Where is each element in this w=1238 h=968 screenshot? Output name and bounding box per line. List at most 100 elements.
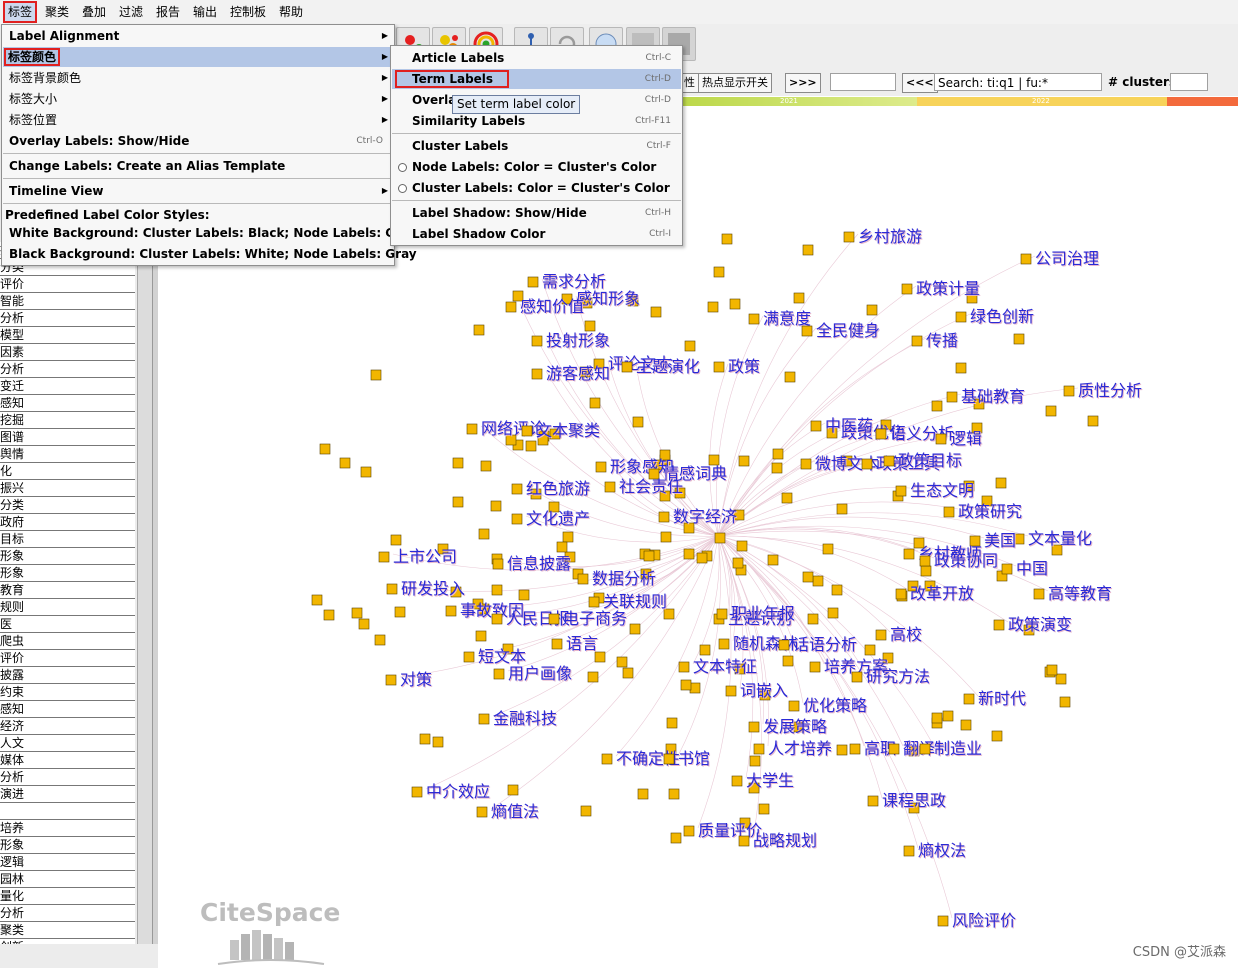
graph-node[interactable] [478,528,490,540]
graph-node[interactable] [931,400,943,412]
graph-node[interactable] [419,733,431,745]
graph-node[interactable] [732,557,744,569]
graph-node[interactable] [670,832,682,844]
graph-node[interactable] [452,457,464,469]
menu-control-panel[interactable]: 控制板 [227,3,269,21]
graph-node[interactable] [1055,673,1067,685]
node-label[interactable]: 文本量化 [1028,529,1092,548]
graph-node[interactable] [1063,385,1075,397]
node-label[interactable]: 游客感知 [546,364,610,383]
graph-node[interactable] [511,513,523,525]
node-label[interactable]: 对策 [400,670,432,689]
graph-node[interactable] [919,743,931,755]
graph-node[interactable] [551,638,563,650]
graph-node[interactable] [991,730,1003,742]
node-label[interactable]: 质性分析 [1078,381,1142,400]
list-item[interactable]: 创新 [0,939,135,944]
graph-node[interactable] [386,583,398,595]
node-label[interactable]: 感知价值 [520,297,584,316]
graph-node[interactable] [378,551,390,563]
graph-node[interactable] [781,492,793,504]
menu-report[interactable]: 报告 [153,3,183,21]
node-label[interactable]: 熵权法 [918,841,966,860]
node-label[interactable]: 文化遗产 [526,509,590,528]
menu-item-black-background-style[interactable]: Black Background: Cluster Labels: White;… [3,244,417,264]
menu-item-white-background-style[interactable]: White Background: Cluster Labels: Black;… [3,223,417,243]
graph-node[interactable] [725,685,737,697]
graph-node[interactable] [577,573,589,585]
node-label[interactable]: 优化策略 [803,696,867,715]
graph-node[interactable] [319,443,331,455]
graph-node[interactable] [822,543,834,555]
node-label[interactable]: 政策计量 [916,279,980,298]
graph-node[interactable] [1013,333,1025,345]
graph-node[interactable] [937,915,949,927]
graph-node[interactable] [683,548,695,560]
node-label[interactable]: 文本特征 [693,657,757,676]
menu-item-label-bg-color[interactable]: 标签背景颜色 ▶ [3,68,393,88]
node-label[interactable]: 人才培养 [768,739,832,758]
graph-node[interactable] [643,550,655,562]
graph-node[interactable] [836,503,848,515]
node-label[interactable]: 文本聚类 [536,421,600,440]
node-label[interactable]: 用户画像 [508,664,572,683]
graph-node[interactable] [809,661,821,673]
list-item[interactable]: 挖掘 [0,412,135,429]
graph-node[interactable] [521,425,533,437]
graph-node[interactable] [385,674,397,686]
list-item[interactable]: 规则 [0,599,135,616]
node-label[interactable]: 职业年报 [731,604,795,623]
graph-node[interactable] [963,693,975,705]
list-item[interactable]: 形象 [0,837,135,854]
graph-node[interactable] [919,555,931,567]
graph-node[interactable] [556,541,568,553]
list-item[interactable]: 培养 [0,820,135,837]
graph-node[interactable] [478,713,490,725]
list-item[interactable]: 振兴 [0,480,135,497]
graph-node[interactable] [531,368,543,380]
graph-node[interactable] [432,736,444,748]
node-label[interactable]: 中国 [1016,559,1048,578]
list-item[interactable]: 教育 [0,582,135,599]
graph-node[interactable] [587,671,599,683]
list-item[interactable]: 舆情 [0,446,135,463]
menu-item-overlay-labels[interactable]: Overlay Labels: Show/Hide Ctrl-O [3,131,393,151]
graph-node[interactable] [548,613,560,625]
graph-node[interactable] [784,371,796,383]
node-label[interactable]: 投射形象 [546,331,610,350]
graph-node[interactable] [595,461,607,473]
search-range-input[interactable] [830,73,896,91]
node-label[interactable]: 新时代 [978,689,1026,708]
graph-node[interactable] [689,682,701,694]
graph-node[interactable] [466,423,478,435]
graph-node[interactable] [358,618,370,630]
graph-node[interactable] [476,806,488,818]
graph-node[interactable] [716,608,728,620]
graph-node[interactable] [475,630,487,642]
node-label[interactable]: 话语分析 [793,635,857,654]
graph-node[interactable] [473,324,485,336]
list-item[interactable]: 政府 [0,514,135,531]
node-label[interactable]: 书馆 [678,749,710,768]
graph-node[interactable] [463,651,475,663]
graph-node[interactable] [943,506,955,518]
list-item[interactable]: 分析 [0,769,135,786]
graph-node[interactable] [713,266,725,278]
graph-node[interactable] [864,644,876,656]
graph-node[interactable] [390,534,402,546]
graph-node[interactable] [660,531,672,543]
graph-node[interactable] [1033,588,1045,600]
list-item[interactable]: 媒体 [0,752,135,769]
node-label[interactable]: 高等教育 [1048,584,1112,603]
menu-filter[interactable]: 过滤 [116,3,146,21]
node-label[interactable]: 数字经济 [673,507,737,526]
graph-node[interactable] [993,619,1005,631]
list-scrollbar[interactable] [137,242,152,944]
node-label[interactable]: 感知形象 [576,289,640,308]
graph-node[interactable] [895,588,907,600]
graph-node[interactable] [935,433,947,445]
menu-item-label-shadow-toggle[interactable]: Label Shadow: Show/Hide Ctrl-H [392,203,681,223]
list-item[interactable] [0,803,135,820]
list-item[interactable]: 分析 [0,905,135,922]
list-item[interactable]: 评价 [0,650,135,667]
